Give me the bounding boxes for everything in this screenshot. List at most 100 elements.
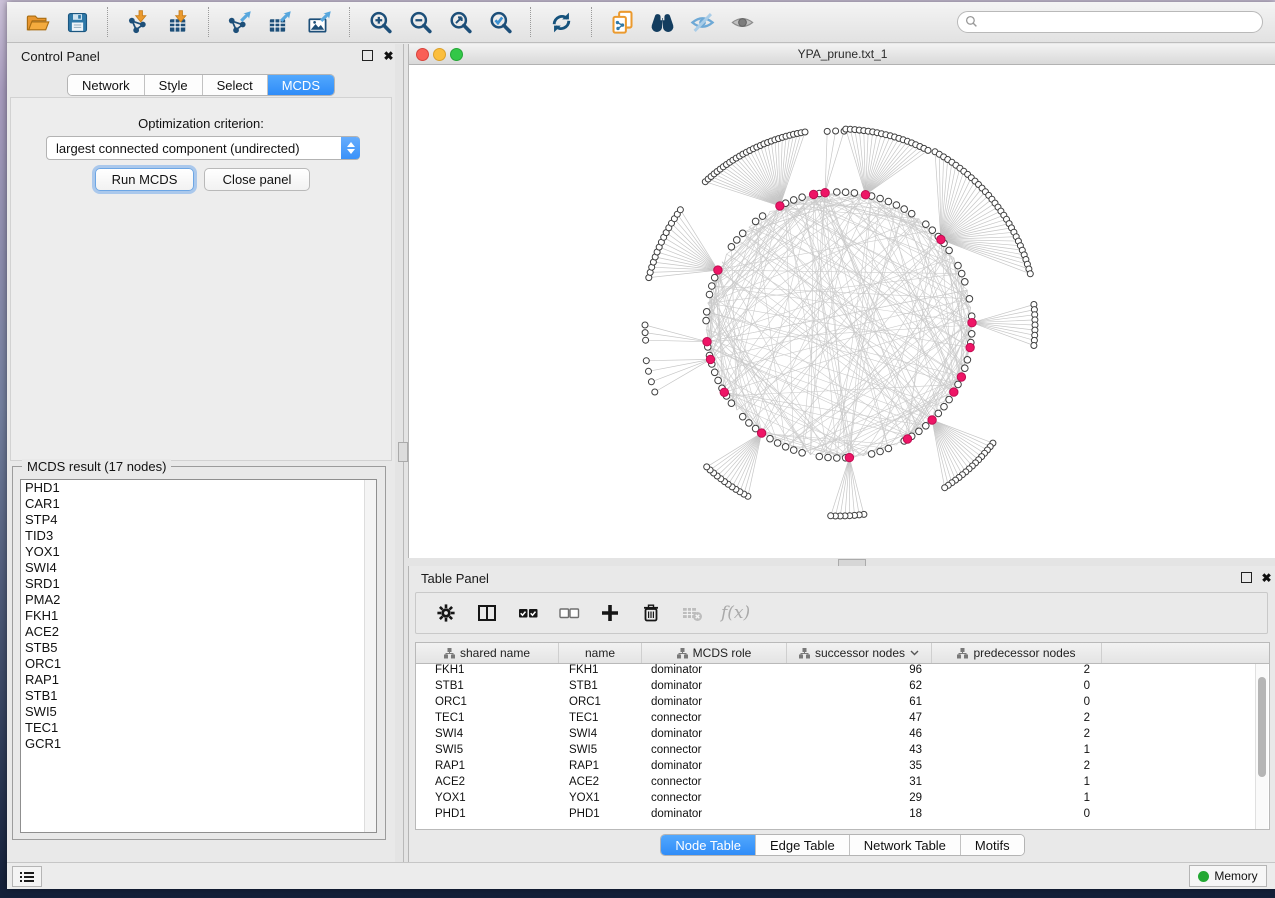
table-scrollbar[interactable] — [1255, 664, 1268, 829]
mcds-result-item[interactable]: SWI4 — [21, 560, 376, 576]
add-column-button[interactable] — [598, 601, 622, 625]
cell-predecessor-nodes: 0 — [932, 696, 1102, 712]
table-row[interactable]: YOX1YOX1connector291 — [416, 792, 1269, 808]
mcds-result-item[interactable]: YOX1 — [21, 544, 376, 560]
export-network-button[interactable] — [223, 6, 255, 38]
zoom-in-button[interactable] — [364, 6, 396, 38]
table-row[interactable]: SWI4SWI4dominator462 — [416, 728, 1269, 744]
search-input[interactable] — [957, 11, 1263, 33]
close-panel-button[interactable]: Close panel — [204, 168, 310, 191]
mcds-result-item[interactable]: CAR1 — [21, 496, 376, 512]
mcds-result-item[interactable]: SRD1 — [21, 576, 376, 592]
search-binoculars-button[interactable] — [646, 6, 678, 38]
cell-successor-nodes: 43 — [787, 744, 932, 760]
col-shared-name[interactable]: shared name — [416, 643, 559, 663]
criterion-dropdown[interactable]: largest connected component (undirected) — [46, 136, 360, 160]
zoom-out-button[interactable] — [404, 6, 436, 38]
table-row[interactable]: PHD1PHD1dominator180 — [416, 808, 1269, 824]
table-row[interactable]: ACE2ACE2connector311 — [416, 776, 1269, 792]
network-canvas[interactable] — [409, 65, 1275, 558]
delete-column-button[interactable] — [639, 601, 663, 625]
memory-button[interactable]: Memory — [1189, 865, 1267, 887]
network-graph[interactable] — [409, 65, 1275, 558]
table-row[interactable]: FKH1FKH1dominator962 — [416, 664, 1269, 680]
task-history-button[interactable] — [12, 866, 42, 887]
mcds-result-item[interactable]: ACE2 — [21, 624, 376, 640]
cytoscape-window: Control Panel ✖ Network Style Select MCD… — [7, 2, 1275, 888]
tab-select[interactable]: Select — [203, 75, 268, 95]
zoom-selected-button[interactable] — [484, 6, 516, 38]
duplicate-network-button[interactable] — [606, 6, 638, 38]
mcds-result-item[interactable]: TID3 — [21, 528, 376, 544]
tab-node-table[interactable]: Node Table — [661, 835, 756, 855]
hide-selected-button[interactable] — [686, 6, 718, 38]
deselect-all-icon — [558, 602, 580, 624]
table-row[interactable]: SWI5SWI5connector431 — [416, 744, 1269, 760]
delete-table-button[interactable] — [680, 601, 704, 625]
list-icon — [19, 870, 35, 884]
toggle-columns-button[interactable] — [475, 601, 499, 625]
table-row[interactable]: ORC1ORC1dominator610 — [416, 696, 1269, 712]
mcds-result-item[interactable]: STB5 — [21, 640, 376, 656]
close-panel-icon[interactable]: ✖ — [382, 50, 395, 63]
import-network-button[interactable] — [122, 6, 154, 38]
col-predecessor-nodes[interactable]: predecessor nodes — [932, 643, 1102, 663]
vertical-splitter[interactable] — [395, 44, 408, 862]
delete-column-icon — [640, 602, 662, 624]
import-network-icon — [125, 9, 152, 36]
mcds-result-item[interactable]: FKH1 — [21, 608, 376, 624]
mcds-result-item[interactable]: ORC1 — [21, 656, 376, 672]
table-settings-button[interactable] — [434, 601, 458, 625]
mcds-result-item[interactable]: SWI5 — [21, 704, 376, 720]
close-panel-icon[interactable]: ✖ — [1260, 572, 1273, 585]
control-panel: Control Panel ✖ Network Style Select MCD… — [7, 44, 395, 862]
tab-edge-table[interactable]: Edge Table — [756, 835, 850, 855]
tab-network-table[interactable]: Network Table — [850, 835, 961, 855]
import-table-button[interactable] — [162, 6, 194, 38]
tab-motifs[interactable]: Motifs — [961, 835, 1024, 855]
mcds-result-list[interactable]: PHD1CAR1STP4TID3YOX1SWI4SRD1PMA2FKH1ACE2… — [20, 479, 377, 833]
cell-name: ACE2 — [559, 776, 642, 792]
attribute-icon — [677, 648, 688, 659]
table-row[interactable]: RAP1RAP1dominator352 — [416, 760, 1269, 776]
col-successor-nodes[interactable]: successor nodes — [787, 643, 932, 663]
duplicate-network-icon — [609, 9, 636, 36]
splitter-grip[interactable] — [398, 442, 408, 462]
network-title: YPA_prune.txt_1 — [409, 47, 1275, 61]
float-panel-icon[interactable] — [362, 50, 375, 63]
mcds-result-item[interactable]: PHD1 — [21, 480, 376, 496]
function-builder-button[interactable]: f(x) — [721, 603, 750, 623]
col-name[interactable]: name — [559, 643, 642, 663]
export-image-button[interactable] — [303, 6, 335, 38]
zoom-fit-button[interactable] — [444, 6, 476, 38]
optimization-criterion-label: Optimization criterion: — [11, 116, 391, 131]
mcds-result-item[interactable]: GCR1 — [21, 736, 376, 752]
mcds-result-item[interactable]: PMA2 — [21, 592, 376, 608]
mcds-result-item[interactable]: STP4 — [21, 512, 376, 528]
cell-shared-name: FKH1 — [416, 664, 559, 680]
mcds-list-scrollbar[interactable] — [364, 480, 376, 832]
mcds-result-item[interactable]: TEC1 — [21, 720, 376, 736]
float-panel-icon[interactable] — [1241, 572, 1254, 585]
open-session-button[interactable] — [21, 6, 53, 38]
mcds-result-item[interactable]: STB1 — [21, 688, 376, 704]
tab-style[interactable]: Style — [145, 75, 203, 95]
mcds-result-item[interactable]: RAP1 — [21, 672, 376, 688]
mcds-options-panel: Optimization criterion: largest connecte… — [10, 97, 392, 461]
col-mcds-role[interactable]: MCDS role — [642, 643, 787, 663]
add-column-icon — [599, 602, 621, 624]
refresh-network-button[interactable] — [545, 6, 577, 38]
control-panel-title: Control Panel — [21, 49, 100, 64]
tab-mcds[interactable]: MCDS — [268, 75, 334, 95]
tab-network[interactable]: Network — [68, 75, 145, 95]
table-row[interactable]: TEC1TEC1connector472 — [416, 712, 1269, 728]
select-all-button[interactable] — [516, 601, 540, 625]
save-session-button[interactable] — [61, 6, 93, 38]
show-all-button[interactable] — [726, 6, 758, 38]
run-mcds-button[interactable]: Run MCDS — [95, 168, 194, 191]
horizontal-splitter[interactable] — [408, 558, 1275, 566]
deselect-all-button[interactable] — [557, 601, 581, 625]
export-table-button[interactable] — [263, 6, 295, 38]
table-scrollbar-thumb[interactable] — [1258, 677, 1266, 777]
table-row[interactable]: STB1STB1dominator620 — [416, 680, 1269, 696]
